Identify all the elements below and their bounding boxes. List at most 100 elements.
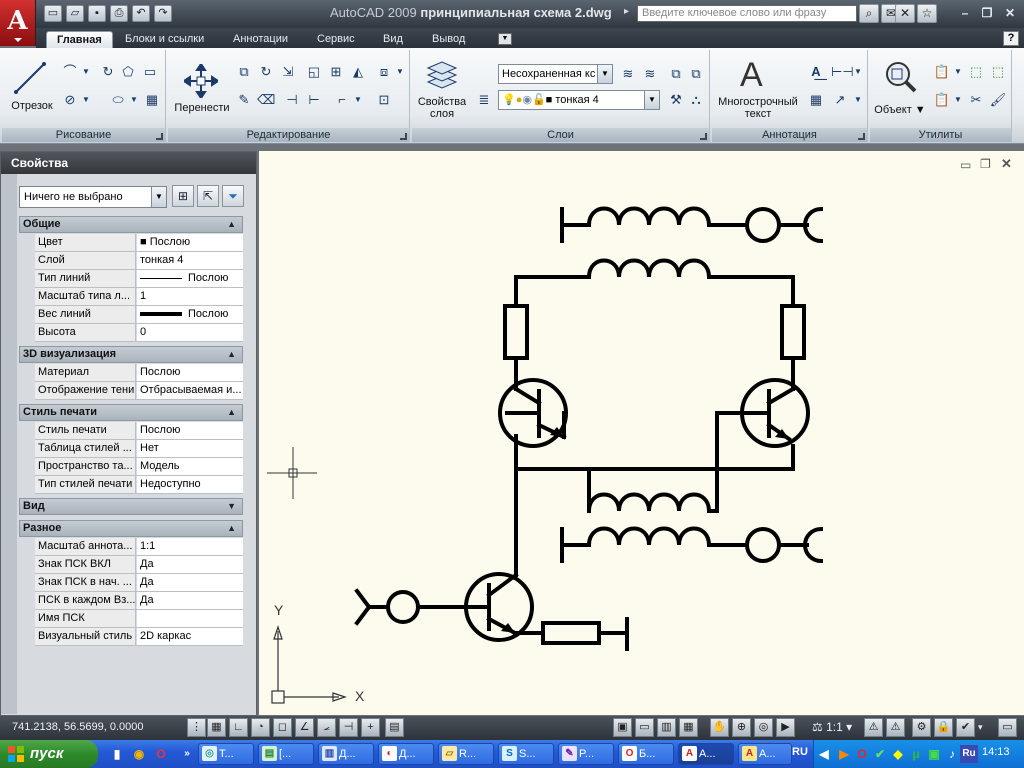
property-value[interactable]: Отбрасываемая и... — [137, 382, 243, 399]
collapse-icon[interactable]: ▲ — [227, 521, 236, 536]
matchprop-brush-icon[interactable]: 🖌 — [988, 90, 1008, 110]
property-value[interactable]: Да — [137, 556, 243, 573]
quick-select-icon[interactable]: ⬚ — [966, 62, 986, 82]
property-value[interactable]: Послою — [137, 270, 243, 287]
pickadd-icon[interactable]: ⊞ — [172, 185, 194, 207]
draw-panel-expand-icon[interactable] — [156, 133, 163, 140]
save-icon[interactable]: ▪ — [88, 5, 106, 22]
property-row[interactable]: Высота 0 — [35, 324, 243, 342]
property-row[interactable]: Слой тонкая 4 — [35, 252, 243, 270]
draworder-dropdown-icon[interactable]: ▼ — [394, 62, 406, 82]
new-file-icon[interactable]: ▭ — [44, 5, 62, 22]
property-row[interactable]: Знак ПСК в нач. ... Да — [35, 574, 243, 592]
taskbar-item[interactable]: ◐ Д... — [378, 743, 434, 765]
chevron-down-icon[interactable]: ▼ — [151, 187, 166, 207]
property-value[interactable]: Модель — [137, 458, 243, 475]
property-row[interactable]: Пространство та... Модель — [35, 458, 243, 476]
circle-icon[interactable]: ⊘ — [60, 90, 80, 110]
collapse-icon[interactable]: ▲ — [227, 217, 236, 232]
clean-screen-icon[interactable]: ▭ — [998, 718, 1017, 737]
property-row[interactable]: Тип стилей печати Недоступно — [35, 476, 243, 494]
palette-side-strip[interactable] — [1, 174, 17, 714]
move-button-label[interactable]: Перенести — [170, 102, 234, 114]
rectangle-icon[interactable]: ▭ — [140, 62, 160, 82]
coordinates-readout[interactable]: 741.2138, 56.5699, 0.0000 — [12, 721, 144, 733]
layer-state-combo[interactable]: Несохраненная кс ▼ — [498, 64, 613, 84]
paste-icon[interactable]: 📋 — [932, 62, 952, 82]
tray-utorrent-icon[interactable]: μ — [907, 745, 925, 763]
layer-properties-icon[interactable] — [424, 60, 458, 92]
erase-icon[interactable]: ⌫ — [256, 90, 276, 110]
close-icon[interactable]: ✕ — [1000, 5, 1020, 22]
property-value[interactable]: тонкая 4 — [137, 252, 243, 269]
dimension-dropdown-icon[interactable]: ▼ — [852, 62, 864, 82]
taskbar-item[interactable]: ▤ [... — [258, 743, 314, 765]
layer-freeze-icon[interactable]: ⚒ — [666, 90, 686, 110]
chevron-down-icon[interactable]: ▼ — [597, 65, 612, 83]
upper-coil[interactable] — [586, 258, 712, 280]
select-objects-icon[interactable]: ⇱ — [197, 185, 219, 207]
search-icon[interactable]: ⌕ — [859, 4, 879, 23]
multileader-icon[interactable]: ↗ — [830, 90, 850, 110]
output-resistor[interactable] — [541, 621, 601, 645]
ribbon-minimize-icon[interactable]: ▼ — [498, 33, 512, 45]
quick-view-layouts-icon[interactable]: ▥ — [657, 718, 676, 737]
object-snap-tracking-icon[interactable]: ∠ — [295, 718, 314, 737]
ortho-mode-icon[interactable]: ∟ — [229, 718, 248, 737]
move-icon[interactable] — [184, 64, 218, 98]
polyline-icon[interactable]: ⌒ — [60, 62, 80, 82]
property-value[interactable]: 1:1 — [137, 538, 243, 555]
left-resistor[interactable] — [503, 304, 529, 360]
property-row[interactable]: Материал Послою — [35, 364, 243, 382]
zoom-icon[interactable]: ⊕ — [732, 718, 751, 737]
taskbar-item[interactable]: ▥ Д... — [318, 743, 374, 765]
utilities-panel-title[interactable]: Утилиты — [870, 128, 1011, 142]
favorites-icon[interactable]: ☆ — [917, 4, 937, 23]
property-value[interactable]: Нет — [137, 440, 243, 457]
circle-dropdown-icon[interactable]: ▼ — [80, 90, 92, 110]
tray-volume-icon[interactable]: ♪ — [943, 745, 961, 763]
expand-icon[interactable]: ▼ — [227, 499, 236, 514]
copy-clip-icon[interactable]: 📋 — [932, 90, 952, 110]
annotation-visibility-icon[interactable]: ⚠ — [864, 718, 883, 737]
multileader-dropdown-icon[interactable]: ▼ — [852, 90, 864, 110]
quicklaunch-expand-icon[interactable]: » — [178, 745, 196, 763]
taskbar-item[interactable]: O Б... — [618, 743, 674, 765]
property-value[interactable]: Послою — [137, 306, 243, 323]
search-expand-icon[interactable]: ▸ — [624, 6, 629, 17]
property-row[interactable]: Знак ПСК ВКЛ Да — [35, 556, 243, 574]
pan-icon[interactable]: ✋ — [710, 718, 729, 737]
restore-icon[interactable]: ❐ — [977, 5, 997, 22]
taskbar-item[interactable]: ✎ P... — [558, 743, 614, 765]
dynamic-input-icon[interactable]: ⊣ — [339, 718, 358, 737]
polygon-icon[interactable]: ⬠ — [118, 62, 138, 82]
auto-scale-icon[interactable]: ⚠ — [886, 718, 905, 737]
layer-combo[interactable]: 💡●◉🔓■ тонкая 4 ▼ — [498, 90, 660, 110]
taskbar-item-active[interactable]: A A... — [678, 743, 734, 765]
property-value[interactable] — [137, 610, 243, 627]
ellipse-dropdown-icon[interactable]: ▼ — [128, 90, 140, 110]
lineweight-icon[interactable]: + — [361, 718, 380, 737]
property-value[interactable]: 1 — [137, 288, 243, 305]
open-file-icon[interactable]: ▱ — [66, 5, 84, 22]
input-contact-ring[interactable] — [386, 590, 420, 624]
line-icon[interactable] — [10, 58, 50, 98]
selection-combo[interactable]: Ничего не выбрано ▼ — [19, 186, 167, 208]
property-row[interactable]: Таблица стилей ... Нет — [35, 440, 243, 458]
layers-panel-expand-icon[interactable] — [700, 133, 707, 140]
property-row[interactable]: Цвет ■ Послою — [35, 234, 243, 252]
redo-icon[interactable]: ↷ — [154, 5, 172, 22]
modify-panel-title[interactable]: Редактирование — [168, 128, 409, 142]
property-value[interactable]: Послою — [137, 422, 243, 439]
make-current-icon[interactable]: ≣ — [474, 90, 494, 110]
snap-mode-icon[interactable]: ⋮ — [187, 718, 206, 737]
layer-isolate-icon[interactable]: ⧉ — [666, 64, 686, 84]
cut-icon[interactable]: ✂ — [966, 90, 986, 110]
quicklaunch-autocad-icon[interactable]: ◉ — [130, 745, 148, 763]
quicklaunch-doc-icon[interactable]: ▮ — [108, 745, 126, 763]
tray-ru-icon[interactable]: Ru — [960, 745, 978, 763]
rotate-icon[interactable]: ↻ — [256, 62, 276, 82]
quicklaunch-opera-icon[interactable]: O — [152, 745, 170, 763]
object-inquiry-icon[interactable] — [884, 60, 918, 94]
quick-properties-icon[interactable]: ▤ — [385, 718, 404, 737]
